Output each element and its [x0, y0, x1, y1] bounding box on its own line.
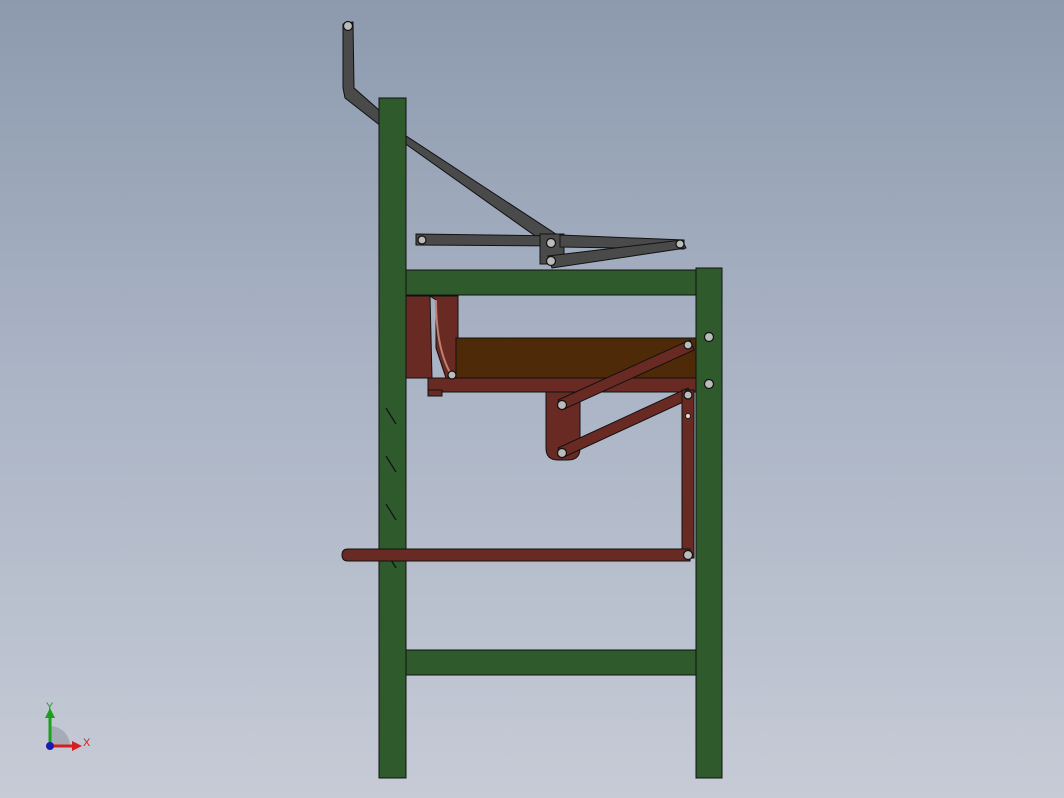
- x-axis-label: X: [83, 737, 91, 749]
- coordinate-triad: Y X: [45, 701, 91, 751]
- z-axis-dot-icon: [46, 742, 54, 750]
- pivot-pin-icon: [417, 235, 427, 245]
- x-axis-arrowhead-icon: [72, 741, 82, 751]
- cad-graphics-viewport[interactable]: Y X: [0, 0, 1064, 798]
- pivot-pin-icon: [683, 340, 693, 350]
- right-frame-post[interactable]: [695, 267, 723, 779]
- pivot-pin-icon: [447, 370, 457, 380]
- pivot-pin-icon: [683, 390, 693, 400]
- pivot-pin-icon: [342, 20, 354, 32]
- hole-icon: [685, 413, 691, 419]
- pivot-pin-icon: [545, 255, 557, 267]
- tray-foot: [427, 389, 443, 397]
- pivot-pin-icon: [675, 239, 685, 249]
- main-lever-arm[interactable]: [342, 21, 563, 251]
- pedal-bar[interactable]: [341, 548, 691, 562]
- cad-model-view[interactable]: Y X: [0, 0, 1064, 798]
- pivot-pin-icon: [556, 399, 568, 411]
- upper-crossbar[interactable]: [405, 269, 697, 296]
- left-link-bar[interactable]: [415, 233, 561, 247]
- pivot-pin-icon: [545, 237, 557, 249]
- lower-crossbar[interactable]: [405, 649, 697, 676]
- bolt-icon: [703, 378, 715, 390]
- pivot-pin-icon: [682, 549, 694, 561]
- tray-bottom-rail[interactable]: [427, 377, 697, 393]
- tray-left-wall[interactable]: [405, 295, 433, 379]
- y-axis-label: Y: [46, 701, 54, 713]
- pivot-pin-icon: [556, 447, 568, 459]
- triad-quadrant: [50, 726, 70, 746]
- bolt-icon: [703, 331, 715, 343]
- left-frame-post[interactable]: [378, 97, 407, 779]
